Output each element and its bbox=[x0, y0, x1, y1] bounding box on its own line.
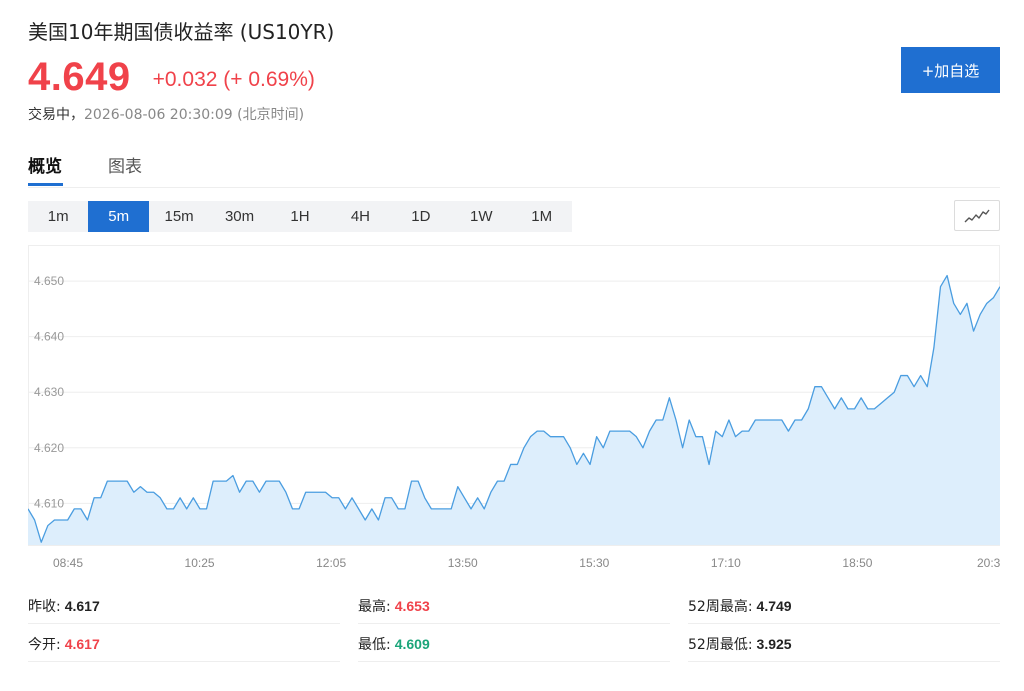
range-1m[interactable]: 1m bbox=[28, 201, 88, 232]
tab-overview[interactable]: 概览 bbox=[28, 152, 62, 177]
stat-value: 4.749 bbox=[756, 597, 792, 614]
range-1h[interactable]: 1H bbox=[270, 201, 330, 232]
y-tick-label: 4.630 bbox=[34, 385, 64, 399]
stat-label: 今开: bbox=[28, 636, 61, 653]
time-range-selector: 1m 5m 15m 30m 1H 4H 1D 1W 1M bbox=[28, 201, 572, 232]
stat-value: 3.925 bbox=[756, 635, 792, 652]
range-4h[interactable]: 4H bbox=[330, 201, 390, 232]
line-chart-icon bbox=[964, 209, 990, 222]
stat-open: 今开: 4.617 bbox=[28, 626, 340, 662]
stat-label: 昨收: bbox=[28, 598, 61, 615]
y-axis-ticks: 4.610 4.620 4.630 4.640 4.650 bbox=[34, 274, 64, 510]
price-row: 4.649 +0.032 (+ 0.69%) bbox=[28, 54, 315, 100]
stat-label: 52周最低: bbox=[688, 636, 753, 653]
price-area-fill bbox=[28, 275, 1000, 545]
x-tick-label: 20:3 bbox=[977, 556, 1000, 570]
chart-type-button[interactable] bbox=[954, 200, 1000, 231]
x-tick-label: 18:50 bbox=[842, 556, 872, 570]
range-5m[interactable]: 5m bbox=[88, 201, 149, 232]
stat-prev-close: 昨收: 4.617 bbox=[28, 588, 340, 624]
x-tick-label: 17:10 bbox=[711, 556, 741, 570]
range-1w[interactable]: 1W bbox=[451, 201, 511, 232]
tab-bar: 概览 图表 bbox=[28, 148, 1000, 188]
range-30m[interactable]: 30m bbox=[209, 201, 269, 232]
y-tick-label: 4.620 bbox=[34, 441, 64, 455]
last-price: 4.649 bbox=[28, 54, 131, 99]
y-tick-label: 4.610 bbox=[34, 496, 64, 510]
quote-title: 美国10年期国债收益率 (US10YR) bbox=[28, 20, 335, 44]
stat-label: 最高: bbox=[358, 598, 391, 615]
stat-label: 最低: bbox=[358, 636, 391, 653]
range-1mo[interactable]: 1M bbox=[512, 201, 572, 232]
stat-label: 52周最高: bbox=[688, 598, 753, 615]
y-tick-label: 4.650 bbox=[34, 274, 64, 288]
x-tick-label: 08:45 bbox=[53, 556, 83, 570]
stat-value: 4.617 bbox=[64, 597, 100, 614]
price-change: +0.032 (+ 0.69%) bbox=[152, 68, 315, 91]
y-tick-label: 4.640 bbox=[34, 330, 64, 344]
active-tab-indicator bbox=[28, 183, 63, 186]
add-watchlist-button[interactable]: +加自选 bbox=[901, 47, 1000, 93]
price-chart[interactable]: 4.610 4.620 4.630 4.640 4.650 08:45 10:25 12:0… bbox=[28, 245, 1000, 577]
stat-high: 最高: 4.653 bbox=[358, 588, 670, 624]
stat-value: 4.609 bbox=[394, 635, 430, 652]
range-1d[interactable]: 1D bbox=[391, 201, 451, 232]
x-tick-label: 10:25 bbox=[185, 556, 215, 570]
x-tick-label: 15:30 bbox=[579, 556, 609, 570]
tab-chart[interactable]: 图表 bbox=[108, 152, 142, 177]
range-15m[interactable]: 15m bbox=[149, 201, 209, 232]
stat-low: 最低: 4.609 bbox=[358, 626, 670, 662]
stat-52w-low: 52周最低: 3.925 bbox=[688, 626, 1000, 662]
stat-52w-high: 52周最高: 4.749 bbox=[688, 588, 1000, 624]
x-axis-ticks: 08:45 10:25 12:05 13:50 15:30 17:10 18:50 20:3 bbox=[53, 556, 1000, 570]
trading-status: 交易中，2026-08-06 20:30:09 (北京时间) bbox=[28, 104, 304, 124]
chart-svg: 4.610 4.620 4.630 4.640 4.650 08:45 10:25 12:0… bbox=[28, 245, 1000, 570]
status-timestamp: 2026-08-06 20:30:09 (北京时间) bbox=[84, 107, 305, 123]
stat-value: 4.617 bbox=[64, 635, 100, 652]
status-text: 交易中， bbox=[28, 107, 84, 123]
x-tick-label: 13:50 bbox=[448, 556, 478, 570]
x-tick-label: 12:05 bbox=[316, 556, 346, 570]
stat-value: 4.653 bbox=[394, 597, 430, 614]
